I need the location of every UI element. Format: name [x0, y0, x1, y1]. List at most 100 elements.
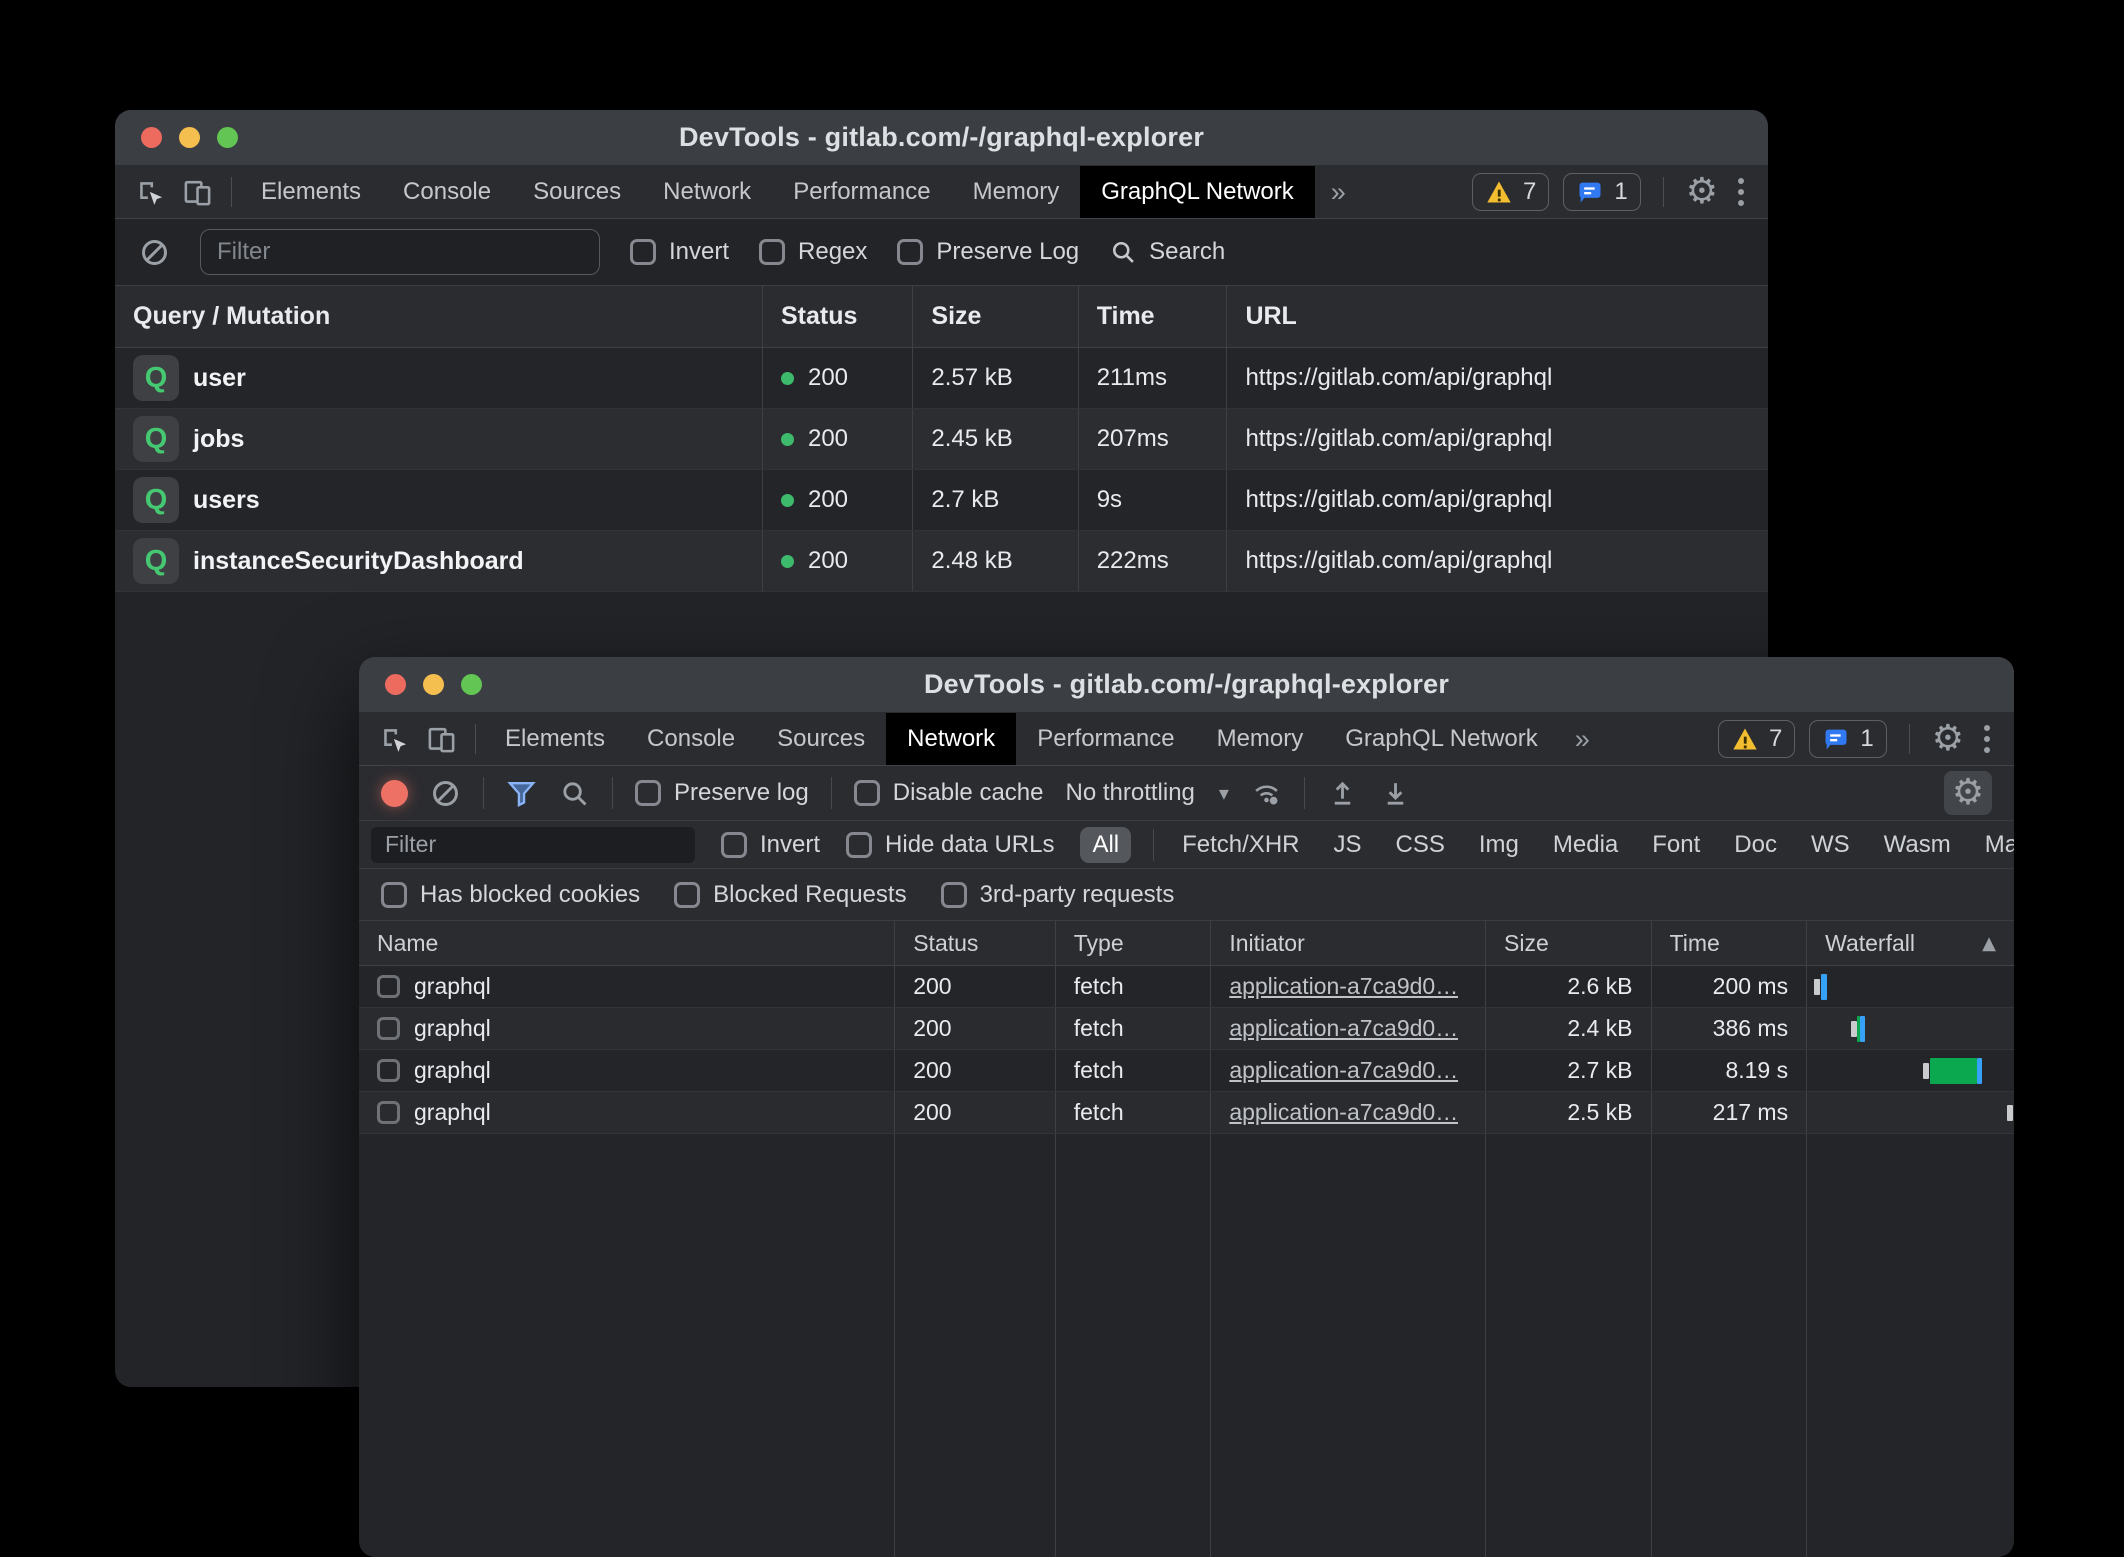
network-conditions-icon[interactable] — [1251, 778, 1282, 809]
row-checkbox[interactable] — [377, 1059, 400, 1082]
warnings-badge[interactable]: 7 — [1472, 173, 1549, 211]
kebab-menu-icon[interactable] — [1732, 178, 1750, 206]
kebab-menu-icon[interactable] — [1978, 725, 1996, 753]
titlebar[interactable]: DevTools - gitlab.com/-/graphql-explorer — [359, 657, 2014, 713]
type-filter-img[interactable]: Img — [1473, 827, 1525, 863]
clear-icon[interactable] — [430, 778, 461, 809]
column-header-url[interactable]: URL — [1227, 286, 1768, 347]
row-checkbox[interactable] — [377, 1017, 400, 1040]
blocked-requests-option[interactable]: Blocked Requests — [674, 881, 906, 909]
row-checkbox[interactable] — [377, 1101, 400, 1124]
tab-sources[interactable]: Sources — [512, 166, 642, 218]
zoom-button[interactable] — [217, 127, 238, 148]
minimize-button[interactable] — [179, 127, 200, 148]
type-filter-manifest[interactable]: Manifest — [1979, 827, 2014, 863]
tab-sources[interactable]: Sources — [756, 713, 886, 765]
export-har-icon[interactable] — [1380, 778, 1411, 809]
device-toolbar-icon[interactable] — [426, 724, 457, 755]
disable-cache-checkbox[interactable] — [854, 780, 880, 806]
filter-funnel-icon[interactable] — [506, 778, 537, 809]
preserve-log-checkbox[interactable] — [897, 239, 923, 265]
regex-checkbox[interactable] — [759, 239, 785, 265]
issues-badge[interactable]: 1 — [1563, 173, 1640, 211]
tab-console[interactable]: Console — [626, 713, 756, 765]
tab-network[interactable]: Network — [886, 713, 1016, 765]
preserve-log-option[interactable]: Preserve log — [635, 779, 809, 807]
search-icon[interactable] — [559, 778, 590, 809]
zoom-button[interactable] — [461, 674, 482, 695]
column-header-time[interactable]: Time — [1652, 921, 1808, 965]
type-filter-media[interactable]: Media — [1547, 827, 1624, 863]
type-filter-font[interactable]: Font — [1646, 827, 1706, 863]
column-header-query-mutation[interactable]: Query / Mutation — [115, 286, 763, 347]
column-header-initiator[interactable]: Initiator — [1211, 921, 1486, 965]
tab-elements[interactable]: Elements — [484, 713, 626, 765]
column-header-size[interactable]: Size — [913, 286, 1078, 347]
table-row[interactable]: Qusers 200 2.7 kB 9s https://gitlab.com/… — [115, 470, 1768, 531]
initiator-link[interactable]: application-a7ca9d0… — [1229, 1099, 1458, 1126]
more-tabs-icon[interactable]: » — [1559, 713, 1606, 765]
table-row[interactable]: Qjobs 200 2.45 kB 207ms https://gitlab.c… — [115, 409, 1768, 470]
tab-memory[interactable]: Memory — [952, 166, 1081, 218]
type-filter-css[interactable]: CSS — [1390, 827, 1451, 863]
tab-memory[interactable]: Memory — [1196, 713, 1325, 765]
column-header-size[interactable]: Size — [1486, 921, 1652, 965]
network-settings-button[interactable]: ⚙ — [1944, 771, 1992, 815]
initiator-link[interactable]: application-a7ca9d0… — [1229, 1057, 1458, 1084]
search-control[interactable]: Search — [1109, 238, 1225, 266]
initiator-link[interactable]: application-a7ca9d0… — [1229, 973, 1458, 1000]
column-header-time[interactable]: Time — [1079, 286, 1228, 347]
issues-badge[interactable]: 1 — [1809, 720, 1886, 758]
table-row[interactable]: graphql 200 fetch application-a7ca9d0… 2… — [359, 1092, 2014, 1134]
column-header-waterfall[interactable]: Waterfall ▲ — [1807, 921, 2014, 965]
record-button[interactable] — [381, 780, 408, 807]
type-filter-wasm[interactable]: Wasm — [1878, 827, 1957, 863]
invert-option[interactable]: Invert — [721, 831, 820, 859]
column-header-name[interactable]: Name — [359, 921, 895, 965]
clear-icon[interactable] — [139, 237, 170, 268]
table-row[interactable]: graphql 200 fetch application-a7ca9d0… 2… — [359, 1008, 2014, 1050]
invert-checkbox[interactable] — [721, 832, 747, 858]
hide-data-urls-option[interactable]: Hide data URLs — [846, 831, 1054, 859]
network-filter-input[interactable] — [371, 827, 695, 863]
tab-graphql-network[interactable]: GraphQL Network — [1324, 713, 1559, 765]
tab-network[interactable]: Network — [642, 166, 772, 218]
invert-option[interactable]: Invert — [630, 238, 729, 266]
throttling-dropdown[interactable]: No throttling ▾ — [1065, 779, 1228, 807]
minimize-button[interactable] — [423, 674, 444, 695]
titlebar[interactable]: DevTools - gitlab.com/-/graphql-explorer — [115, 110, 1768, 166]
tab-performance[interactable]: Performance — [772, 166, 951, 218]
type-filter-all[interactable]: All — [1080, 827, 1131, 863]
initiator-link[interactable]: application-a7ca9d0… — [1229, 1015, 1458, 1042]
import-har-icon[interactable] — [1327, 778, 1358, 809]
inspect-element-icon[interactable] — [135, 177, 166, 208]
tab-elements[interactable]: Elements — [240, 166, 382, 218]
settings-gear-icon[interactable]: ⚙ — [1932, 721, 1964, 757]
third-party-requests-checkbox[interactable] — [941, 882, 967, 908]
table-row[interactable]: graphql 200 fetch application-a7ca9d0… 2… — [359, 966, 2014, 1008]
column-header-type[interactable]: Type — [1056, 921, 1212, 965]
third-party-requests-option[interactable]: 3rd-party requests — [941, 881, 1175, 909]
type-filter-fetch-xhr[interactable]: Fetch/XHR — [1176, 827, 1305, 863]
type-filter-ws[interactable]: WS — [1805, 827, 1856, 863]
regex-option[interactable]: Regex — [759, 238, 867, 266]
column-header-status[interactable]: Status — [895, 921, 1056, 965]
more-tabs-icon[interactable]: » — [1315, 166, 1362, 218]
blocked-requests-checkbox[interactable] — [674, 882, 700, 908]
row-checkbox[interactable] — [377, 975, 400, 998]
column-header-status[interactable]: Status — [763, 286, 913, 347]
settings-gear-icon[interactable]: ⚙ — [1686, 174, 1718, 210]
type-filter-doc[interactable]: Doc — [1728, 827, 1783, 863]
has-blocked-cookies-option[interactable]: Has blocked cookies — [381, 881, 640, 909]
table-row[interactable]: Quser 200 2.57 kB 211ms https://gitlab.c… — [115, 348, 1768, 409]
warnings-badge[interactable]: 7 — [1718, 720, 1795, 758]
has-blocked-cookies-checkbox[interactable] — [381, 882, 407, 908]
table-row[interactable]: graphql 200 fetch application-a7ca9d0… 2… — [359, 1050, 2014, 1092]
hide-data-urls-checkbox[interactable] — [846, 832, 872, 858]
device-toolbar-icon[interactable] — [182, 177, 213, 208]
tab-graphql-network[interactable]: GraphQL Network — [1080, 166, 1315, 218]
filter-input[interactable] — [200, 229, 600, 275]
type-filter-js[interactable]: JS — [1328, 827, 1368, 863]
invert-checkbox[interactable] — [630, 239, 656, 265]
table-row[interactable]: QinstanceSecurityDashboard 200 2.48 kB 2… — [115, 531, 1768, 592]
